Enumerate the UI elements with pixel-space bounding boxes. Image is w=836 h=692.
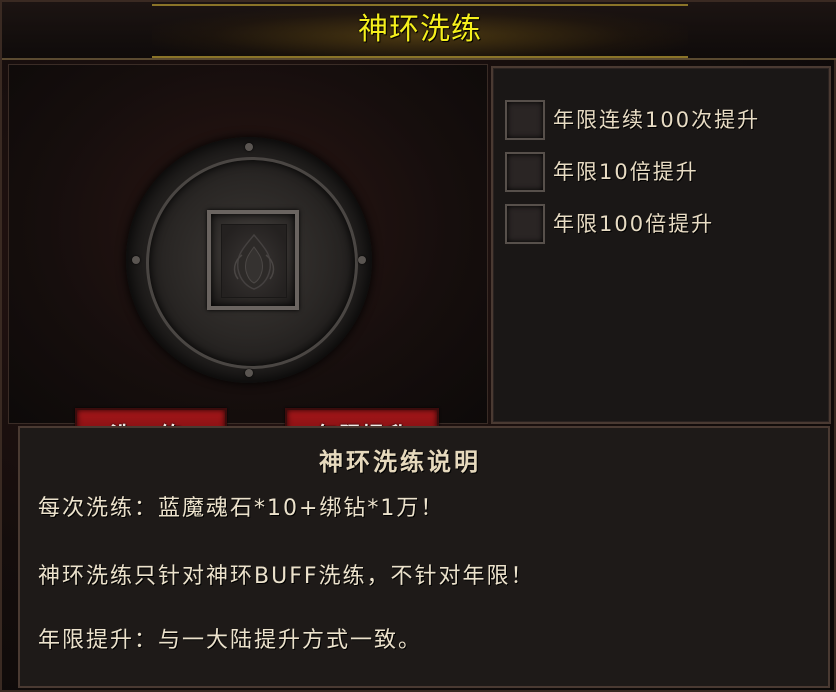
disc-rivet xyxy=(358,256,366,264)
description-panel: 神环洗练说明 每次洗练：蓝魔魂石*10+绑钻*1万！ 神环洗练只针对神环BUFF… xyxy=(18,426,830,688)
option-checkbox-100x[interactable] xyxy=(505,204,545,244)
description-title: 神环洗练说明 xyxy=(319,448,481,476)
disc-rivet xyxy=(132,256,140,264)
flame-emblem-icon xyxy=(233,233,275,290)
slot-inner xyxy=(221,224,287,298)
description-line: 每次洗练：蓝魔魂石*10+绑钻*1万！ xyxy=(38,496,445,521)
option-checkbox-100-times[interactable] xyxy=(505,100,545,140)
disc-rivet xyxy=(245,143,253,151)
option-row: 年限连续100次提升 xyxy=(505,100,825,140)
dialog-frame: 神环洗练 洗 练 年限提升 xyxy=(0,0,836,692)
options-panel: 年限连续100次提升 年限10倍提升 年限100倍提升 xyxy=(491,66,831,424)
description-line: 年限提升：与一大陆提升方式一致。 xyxy=(38,628,423,653)
disc-rivet xyxy=(245,369,253,377)
empty-item-slot-icon[interactable] xyxy=(207,210,299,310)
refine-panel: 洗 练 年限提升 xyxy=(8,64,488,466)
option-row: 年限10倍提升 xyxy=(505,152,825,192)
option-label: 年限100倍提升 xyxy=(553,212,715,236)
option-label: 年限连续100次提升 xyxy=(553,108,761,132)
title-bar: 神环洗练 xyxy=(2,2,836,60)
description-line: 神环洗练只针对神环BUFF洗练，不针对年限！ xyxy=(38,564,535,589)
option-label: 年限10倍提升 xyxy=(553,160,699,184)
option-checkbox-10x[interactable] xyxy=(505,152,545,192)
window-title: 神环洗练 xyxy=(358,12,482,47)
option-row: 年限100倍提升 xyxy=(505,204,825,244)
ornate-disc-icon xyxy=(126,137,372,383)
